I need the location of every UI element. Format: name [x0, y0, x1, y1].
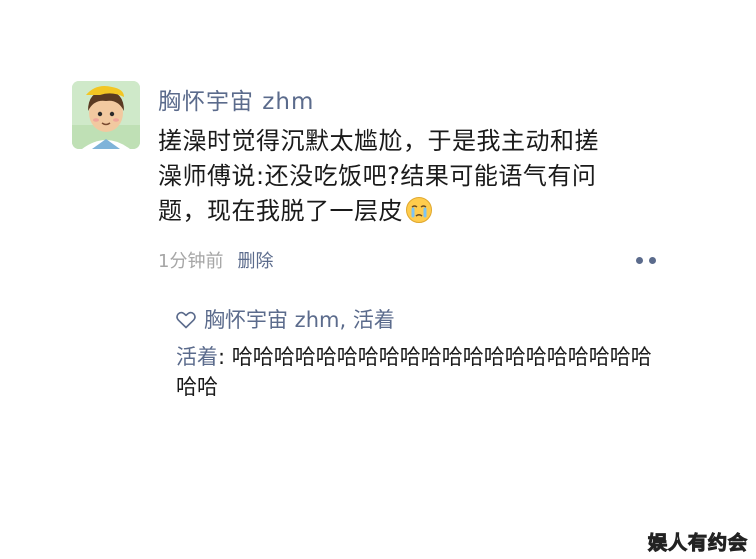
more-dot — [649, 257, 656, 264]
post-content-line: 题，现在我脱了一层皮 — [158, 194, 678, 229]
post-content-line: 澡师傅说:还没吃饭吧?结果可能语气有问 — [158, 162, 597, 190]
likes-row: 胸怀宇宙 zhm, 活着 — [176, 304, 395, 334]
post-username[interactable]: 胸怀宇宙 zhm — [158, 82, 314, 116]
avatar-cartoon-boy — [72, 81, 140, 149]
more-dots-icon[interactable] — [632, 254, 662, 268]
post-timestamp: 1分钟前 — [158, 251, 224, 272]
moment-post: 胸怀宇宙 zhm 搓澡时觉得沉默太尴尬，于是我主动和搓 澡师傅说:还没吃饭吧?结… — [0, 0, 756, 559]
post-content-text: 题，现在我脱了一层皮 — [158, 197, 403, 225]
comment-separator: : — [218, 345, 232, 369]
post-content-line: 搓澡时觉得沉默太尴尬，于是我主动和搓 — [158, 127, 599, 155]
comment-text-continued: 哈哈 — [176, 375, 218, 399]
post-content: 搓澡时觉得沉默太尴尬，于是我主动和搓 澡师傅说:还没吃饭吧?结果可能语气有问 题… — [158, 124, 678, 229]
watermark: 娱人有约会 — [647, 532, 748, 555]
more-dot — [636, 257, 643, 264]
comment[interactable]: 活着: 哈哈哈哈哈哈哈哈哈哈哈哈哈哈哈哈哈哈哈哈 哈哈 — [176, 342, 666, 402]
likers-list[interactable]: 胸怀宇宙 zhm, 活着 — [204, 308, 395, 332]
heart-icon — [176, 311, 196, 329]
comment-text: 哈哈哈哈哈哈哈哈哈哈哈哈哈哈哈哈哈哈哈哈 — [231, 345, 652, 369]
crying-emoji-icon — [406, 197, 432, 223]
post-meta: 1分钟前 删除 — [158, 247, 273, 273]
comment-line: 活着: 哈哈哈哈哈哈哈哈哈哈哈哈哈哈哈哈哈哈哈哈 — [176, 342, 666, 372]
delete-button[interactable]: 删除 — [237, 251, 273, 272]
comment-author[interactable]: 活着 — [176, 345, 218, 369]
avatar[interactable] — [72, 81, 140, 149]
